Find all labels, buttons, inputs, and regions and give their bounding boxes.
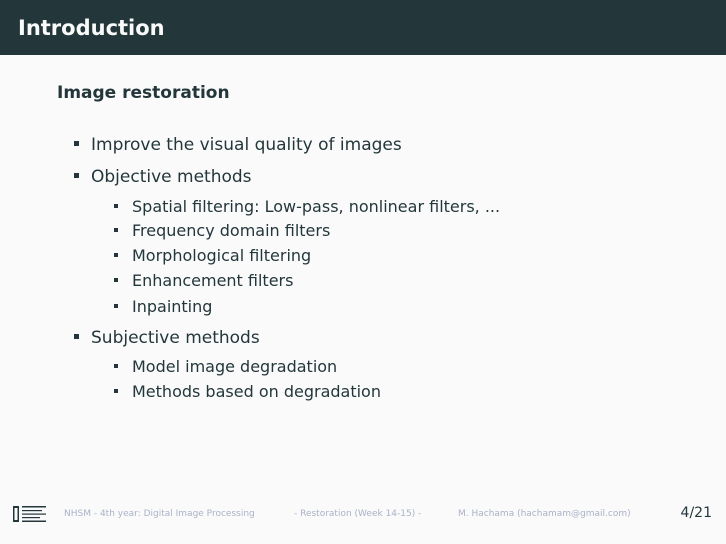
sub-list-item: Inpainting — [114, 297, 212, 317]
sub-list-item-label: Enhancement filters — [132, 271, 294, 290]
sub-list-item-label: Frequency domain filters — [132, 221, 331, 240]
list-item: Improve the visual quality of images — [74, 135, 402, 155]
bullet-marker — [114, 388, 118, 393]
institution-logo-icon — [13, 506, 46, 522]
sub-list-item: Model image degradation — [114, 357, 337, 377]
list-item-label: Objective methods — [91, 167, 252, 187]
list-item-label: Improve the visual quality of images — [91, 135, 402, 155]
sub-list-item: Morphological filtering — [114, 246, 311, 266]
sub-list-item-label: Morphological filtering — [132, 246, 312, 265]
footer-course: NHSM - 4th year: Digital Image Processin… — [64, 509, 255, 519]
bullet-marker — [114, 363, 118, 368]
block-title: Image restoration — [57, 83, 230, 103]
list-item: Objective methods — [74, 167, 252, 187]
sub-list-item-label: Model image degradation — [132, 357, 338, 376]
sub-list-item-label: Methods based on degradation — [132, 382, 381, 401]
list-item: Subjective methods — [74, 328, 260, 348]
footer-topic: - Restoration (Week 14-15) - — [294, 509, 422, 519]
sub-list-item: Spatial filtering: Low-pass, nonlinear f… — [114, 197, 500, 217]
bullet-marker — [114, 203, 118, 208]
sub-list-item: Frequency domain filters — [114, 221, 330, 241]
list-item-label: Subjective methods — [91, 328, 260, 348]
sub-list-item-label: Spatial filtering: Low-pass, nonlinear f… — [132, 197, 501, 216]
bullet-marker — [74, 172, 79, 178]
footer-author: M. Hachama (hachamam@gmail.com) — [458, 509, 631, 519]
bullet-marker — [74, 140, 79, 146]
footer: NHSM - 4th year: Digital Image Processin… — [0, 500, 726, 530]
frame-title-bar: Introduction — [0, 0, 726, 55]
sub-list-item-label: Inpainting — [132, 297, 213, 316]
sub-list-item: Methods based on degradation — [114, 382, 381, 402]
bullet-marker — [114, 227, 118, 232]
bullet-marker — [114, 252, 118, 257]
bullet-marker — [114, 277, 118, 282]
bullet-marker — [114, 303, 118, 308]
sub-list-item: Enhancement filters — [114, 271, 293, 291]
page-number: 4/21 — [680, 505, 712, 521]
page-title: Introduction — [18, 15, 165, 40]
bullet-marker — [74, 333, 79, 339]
